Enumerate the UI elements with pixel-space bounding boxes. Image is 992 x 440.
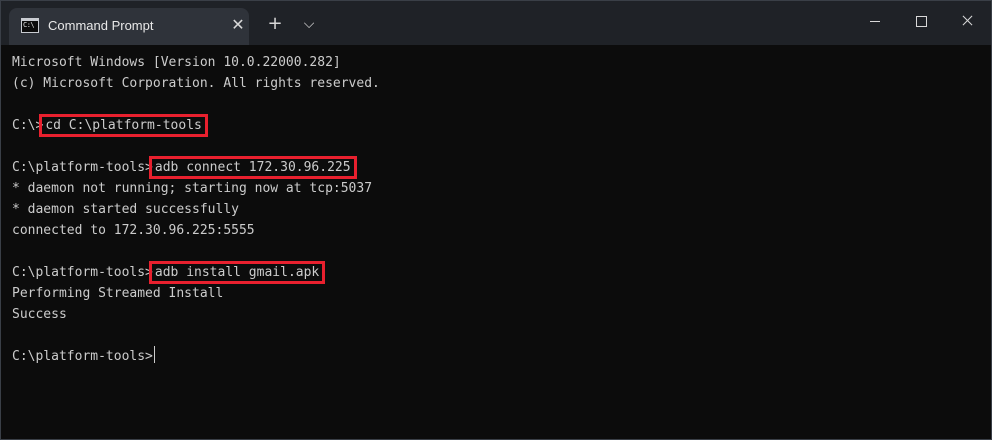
close-tab-icon[interactable]: ✕ [229,16,247,34]
chevron-down-icon[interactable]: ⌵ [298,13,320,35]
tab-command-prompt[interactable]: C:\ Command Prompt ✕ [9,8,249,45]
output-line: Success [12,307,67,322]
title-bar: C:\ Command Prompt ✕ + ⌵ [1,1,991,45]
output-line: * daemon started successfully [12,202,239,217]
prompt: C:\platform-tools> [12,265,153,280]
prompt: C:\> [12,118,44,133]
output-line: Microsoft Windows [Version 10.0.22000.28… [12,55,341,70]
add-tab-button[interactable]: + [264,13,286,35]
output-line: Performing Streamed Install [12,286,224,301]
output-line: * daemon not running; starting now at tc… [12,181,373,196]
console-output[interactable]: Microsoft Windows [Version 10.0.22000.28… [1,45,991,439]
highlighted-command: adb install gmail.apk [148,261,326,284]
output-line: connected to 172.30.96.225:5555 [12,223,255,238]
command-line: C:\> cd C:\platform-tools [12,114,208,137]
highlighted-command: adb connect 172.30.96.225 [148,156,357,179]
cmd-icon: C:\ [21,18,39,33]
command-line: C:\platform-tools> adb connect 172.30.96.… [12,156,357,179]
prompt: C:\platform-tools> [12,349,153,364]
minimize-button[interactable] [852,1,898,41]
output-line: (c) Microsoft Corporation. All rights re… [12,76,380,91]
command-line[interactable]: C:\platform-tools> [12,346,155,367]
tab-title: Command Prompt [48,18,154,33]
highlighted-command: cd C:\platform-tools [39,114,208,137]
terminal-window: C:\ Command Prompt ✕ + ⌵ Microsoft Windo… [0,0,992,440]
prompt: C:\platform-tools> [12,160,153,175]
command-line: C:\platform-tools> adb install gmail.apk [12,261,326,284]
maximize-button[interactable] [898,1,944,41]
text-cursor [153,346,155,363]
close-window-button[interactable] [944,1,990,41]
